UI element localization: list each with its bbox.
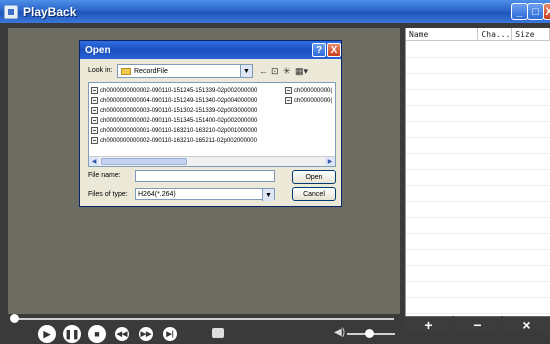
file-icon [91, 127, 98, 134]
list-item[interactable]: ch0000000000001-090110-163210-163210-02p… [91, 126, 257, 135]
list-item[interactable]: ch0000000000004-090110-151249-151340-02p… [91, 96, 257, 105]
file-type-label: Files of type: [88, 191, 128, 198]
file-icon [91, 97, 98, 104]
open-file-dialog: Open ? X Look in: RecordFile ▼ ← ⊡ ✳ ▦▾ … [79, 40, 342, 207]
list-item[interactable]: ch000000000( [285, 86, 332, 95]
new-folder-icon[interactable]: ✳ [283, 65, 291, 77]
snapshot-icon[interactable] [212, 328, 224, 338]
file-icon [91, 137, 98, 144]
close-button[interactable]: X [543, 3, 550, 20]
list-item[interactable]: ch000000000( [285, 96, 332, 105]
remove-file-button[interactable]: − [454, 316, 501, 333]
dialog-title-bar: Open ? X [80, 41, 341, 59]
open-button[interactable]: Open [292, 170, 336, 184]
file-list-body[interactable] [406, 42, 550, 316]
pause-button[interactable]: ❚❚ [63, 325, 81, 343]
list-item[interactable]: ch0000000000002-090110-151345-151400-02p… [91, 116, 257, 125]
view-menu-icon[interactable]: ▦▾ [295, 65, 308, 77]
seek-bar[interactable] [14, 318, 394, 320]
folder-icon [121, 67, 131, 75]
seek-handle[interactable] [10, 314, 19, 323]
look-in-dropdown[interactable]: RecordFile ▼ [117, 64, 253, 78]
scroll-left-icon[interactable]: ◀ [89, 157, 99, 166]
up-folder-icon[interactable]: ⊡ [271, 65, 279, 77]
look-in-label: Look in: [88, 67, 113, 74]
list-item[interactable]: ch0000000000002-090110-151245-151339-02p… [91, 86, 257, 95]
file-panel-buttons: + − × [405, 316, 550, 333]
column-header-size[interactable]: Size [512, 28, 550, 40]
dialog-close-button[interactable]: X [327, 43, 341, 57]
title-bar: PlayBack _ □ X [0, 0, 550, 23]
dialog-help-button[interactable]: ? [312, 43, 326, 57]
file-icon [285, 87, 292, 94]
fast-forward-button[interactable]: ▶▶ [139, 327, 153, 341]
file-name-label: File name: [88, 172, 121, 179]
column-header-channel[interactable]: Cha... [478, 28, 513, 40]
clear-list-button[interactable]: × [503, 316, 550, 333]
file-icon [285, 97, 292, 104]
look-in-value: RecordFile [134, 67, 168, 75]
column-header-name[interactable]: Name [406, 28, 479, 40]
file-icon [91, 87, 98, 94]
minimize-button[interactable]: _ [511, 3, 528, 20]
horizontal-scrollbar[interactable]: ◀ ▶ [89, 156, 335, 166]
cancel-button[interactable]: Cancel [292, 187, 336, 201]
scroll-thumb[interactable] [101, 158, 187, 165]
volume-icon[interactable]: ◀) [334, 327, 345, 338]
file-type-dropdown[interactable]: H264(*.264) ▼ [135, 188, 275, 201]
app-icon [4, 4, 18, 19]
file-icon [91, 107, 98, 114]
file-list-panel[interactable]: Name Cha... Size [405, 28, 550, 316]
rewind-button[interactable]: ◀◀ [115, 327, 129, 341]
window-title: PlayBack [23, 4, 77, 19]
volume-handle[interactable] [365, 329, 374, 338]
dialog-title: Open [85, 44, 111, 56]
step-frame-button[interactable]: ▶| [163, 327, 177, 341]
file-name-input[interactable] [135, 170, 275, 182]
maximize-button[interactable]: □ [527, 3, 544, 20]
list-item[interactable]: ch0000000000002-090110-163210-165211-02p… [91, 136, 257, 145]
list-item[interactable]: ch0000000000003-090110-151302-151339-02p… [91, 106, 257, 115]
chevron-down-icon[interactable]: ▼ [240, 65, 252, 77]
back-icon[interactable]: ← [259, 65, 268, 77]
file-list-header: Name Cha... Size [406, 28, 550, 41]
file-icon [91, 117, 98, 124]
file-type-value: H264(*.264) [138, 190, 176, 198]
chevron-down-icon[interactable]: ▼ [262, 189, 274, 201]
dialog-file-list[interactable]: ch0000000000002-090110-151245-151339-02p… [88, 82, 336, 167]
scroll-right-icon[interactable]: ▶ [325, 157, 335, 166]
add-file-button[interactable]: + [405, 316, 452, 333]
stop-button[interactable]: ■ [88, 325, 106, 343]
play-button[interactable]: ▶ [38, 325, 56, 343]
